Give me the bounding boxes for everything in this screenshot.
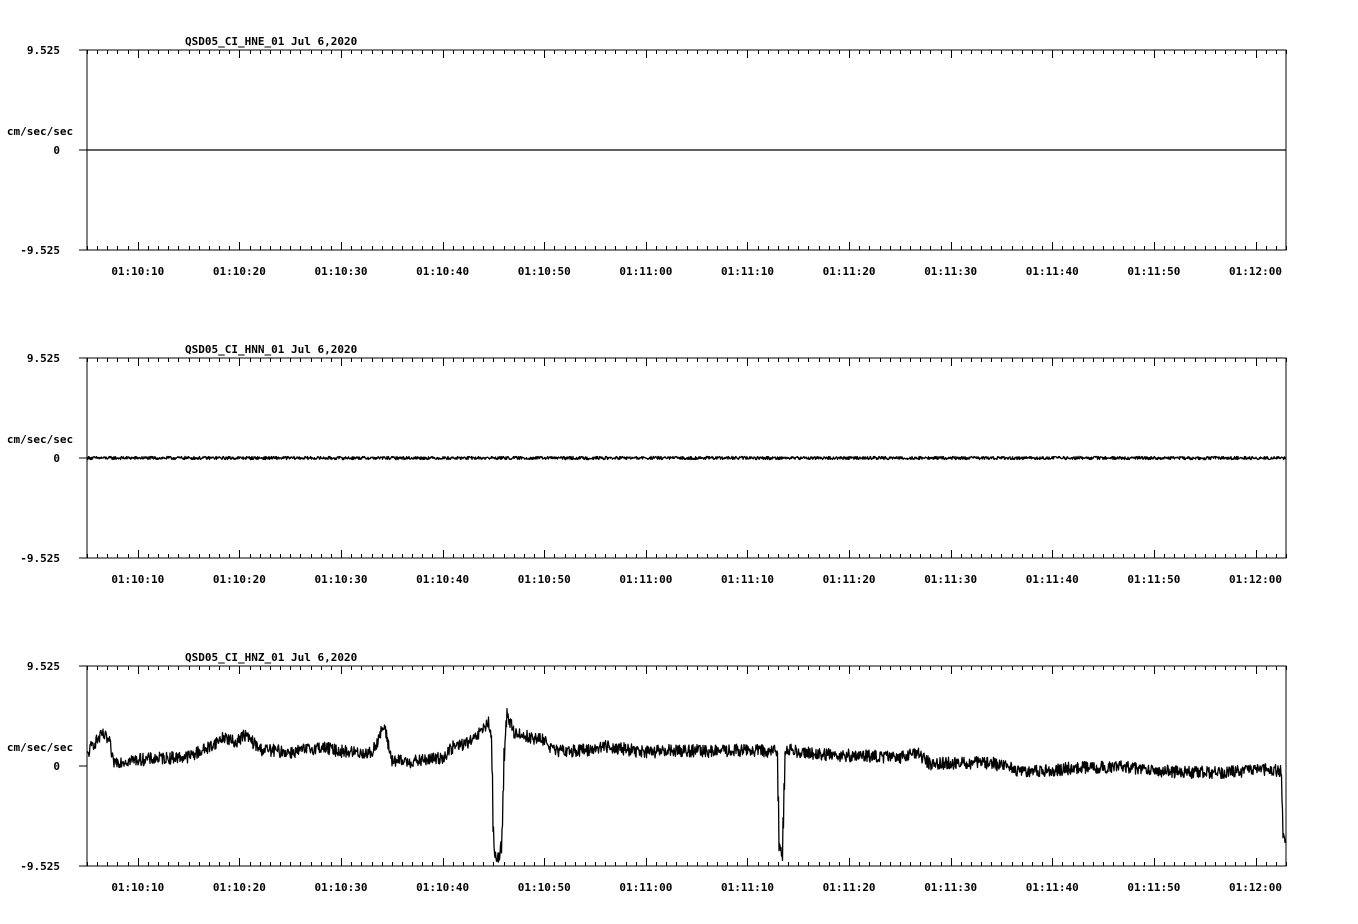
x-tick-label: 01:11:20 — [823, 573, 876, 586]
panel-title: QSD05_CI_HNZ_01 Jul 6,2020 — [185, 651, 357, 664]
y-tick-label: -9.525 — [20, 552, 60, 565]
x-tick-label: 01:10:40 — [416, 573, 469, 586]
x-tick-label: 01:11:20 — [823, 265, 876, 278]
y-tick-label: 9.525 — [27, 660, 60, 673]
x-tick-label: 01:11:20 — [823, 881, 876, 894]
x-tick-label: 01:12:00 — [1229, 573, 1282, 586]
x-tick-label: 01:11:30 — [924, 881, 977, 894]
seismogram-figure: QSD05_CI_HNE_01 Jul 6,2020 9.525 0 -9.525 cm… — [7, 35, 1287, 894]
x-tick-label: 01:11:50 — [1127, 573, 1180, 586]
y-tick-label: 9.525 — [27, 352, 60, 365]
waveform-trace — [86, 455, 1286, 461]
x-tick-label: 01:10:30 — [315, 265, 368, 278]
x-tick-label: 01:10:30 — [315, 881, 368, 894]
waveform-trace — [86, 707, 1287, 863]
x-tick-label: 01:11:40 — [1026, 881, 1079, 894]
x-tick-label: 01:10:20 — [213, 573, 266, 586]
x-tick-label: 01:11:00 — [619, 881, 672, 894]
x-tick-label: 01:12:00 — [1229, 265, 1282, 278]
x-tick-label: 01:11:40 — [1026, 573, 1079, 586]
y-tick-label: -9.525 — [20, 860, 60, 873]
x-tick-label: 01:10:50 — [518, 573, 571, 586]
x-tick-label: 01:11:10 — [721, 573, 774, 586]
y-tick-label: -9.525 — [20, 244, 60, 257]
y-axis-label: cm/sec/sec — [7, 125, 73, 138]
x-tick-label: 01:11:00 — [619, 265, 672, 278]
y-axis-label: cm/sec/sec — [7, 433, 73, 446]
x-tick-label: 01:10:20 — [213, 265, 266, 278]
y-tick-label: 9.525 — [27, 44, 60, 57]
y-tick-label: 0 — [53, 452, 60, 465]
panel-2: QSD05_CI_HNN_01 Jul 6,2020 9.525 0 -9.525 cm… — [7, 343, 1287, 586]
x-tick-label: 01:10:10 — [111, 881, 164, 894]
panel-1: QSD05_CI_HNE_01 Jul 6,2020 9.525 0 -9.525 cm… — [7, 35, 1287, 278]
x-tick-label: 01:10:10 — [111, 573, 164, 586]
x-tick-label: 01:11:50 — [1127, 881, 1180, 894]
x-tick-label: 01:10:40 — [416, 881, 469, 894]
x-tick-label: 01:11:50 — [1127, 265, 1180, 278]
x-tick-label: 01:11:30 — [924, 573, 977, 586]
x-tick-label: 01:11:10 — [721, 265, 774, 278]
y-tick-label: 0 — [53, 144, 60, 157]
x-tick-label: 01:11:40 — [1026, 265, 1079, 278]
plot-frame — [86, 665, 1287, 867]
x-tick-label: 01:10:40 — [416, 265, 469, 278]
x-tick-label: 01:10:50 — [518, 265, 571, 278]
panel-title: QSD05_CI_HNE_01 Jul 6,2020 — [185, 35, 357, 48]
panel-title: QSD05_CI_HNN_01 Jul 6,2020 — [185, 343, 357, 356]
x-tick-label: 01:11:30 — [924, 265, 977, 278]
y-axis-label: cm/sec/sec — [7, 741, 73, 754]
y-tick-label: 0 — [53, 760, 60, 773]
x-tick-label: 01:10:10 — [111, 265, 164, 278]
x-tick-label: 01:11:00 — [619, 573, 672, 586]
x-tick-label: 01:11:10 — [721, 881, 774, 894]
panel-3: QSD05_CI_HNZ_01 Jul 6,2020 9.525 0 -9.525 cm… — [7, 651, 1287, 894]
x-tick-label: 01:10:50 — [518, 881, 571, 894]
x-tick-label: 01:12:00 — [1229, 881, 1282, 894]
x-tick-label: 01:10:30 — [315, 573, 368, 586]
x-tick-label: 01:10:20 — [213, 881, 266, 894]
